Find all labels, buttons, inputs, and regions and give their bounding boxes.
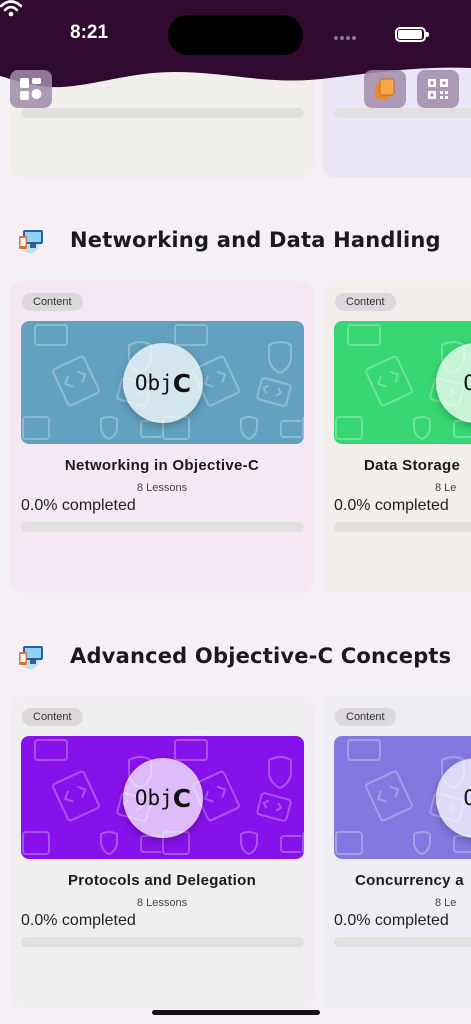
course-card[interactable]: Content Obj C Networking in Objective-C 8… xyxy=(10,281,314,593)
qr-scan-button[interactable] xyxy=(417,70,459,108)
course-title: Protocols and Delegation xyxy=(67,872,257,889)
section-header: Advanced Objective-C Concepts xyxy=(18,642,451,670)
course-banner: Obj C xyxy=(21,321,304,444)
completion-text: 0.0% completed xyxy=(21,497,136,514)
lesson-count: 8 Lessons xyxy=(136,897,188,909)
content-badge: Content xyxy=(335,708,396,726)
book-stack-icon xyxy=(375,78,395,99)
course-banner: Ol xyxy=(334,736,471,859)
course-card[interactable]: Content Ol Data Storage 8 Le 0.0% comple… xyxy=(323,281,471,593)
content-badge: Content xyxy=(22,708,83,726)
cellular-signal-icon xyxy=(334,36,356,40)
lesson-count: 8 Le xyxy=(435,897,457,909)
qr-code-icon xyxy=(428,79,448,99)
home-indicator[interactable] xyxy=(152,1010,320,1015)
course-title: Concurrency a xyxy=(355,872,464,889)
computer-devices-icon xyxy=(19,230,43,253)
course-title: Data Storage xyxy=(364,457,461,474)
course-card[interactable]: Content Ol Concurrency a 8 Le 0.0% compl… xyxy=(323,696,471,1008)
dynamic-island xyxy=(168,15,303,55)
dashboard-grid-icon xyxy=(20,78,42,100)
library-button[interactable] xyxy=(364,70,406,108)
section-title: Advanced Objective-C Concepts xyxy=(70,644,452,668)
progress-bar xyxy=(334,522,471,532)
objc-logo: Obj C xyxy=(123,343,203,423)
lesson-count: 8 Le xyxy=(435,482,457,494)
objc-logo: Obj C xyxy=(123,758,203,838)
course-title: Networking in Objective-C xyxy=(64,457,260,474)
section-header: Networking and Data Handling xyxy=(18,226,441,254)
course-banner: Ol xyxy=(334,321,471,444)
battery-icon xyxy=(395,27,429,42)
progress-bar xyxy=(21,522,304,532)
course-card[interactable]: Content Obj C Protocols and Delegation 8 … xyxy=(10,696,314,1008)
computer-devices-icon xyxy=(19,646,43,669)
completion-text: 0.0% completed xyxy=(21,912,136,929)
wifi-icon xyxy=(0,0,22,17)
content-badge: Content xyxy=(22,293,83,311)
completion-text: 0.0% completed xyxy=(334,912,449,929)
course-banner: Obj C xyxy=(21,736,304,859)
status-time: 8:21 xyxy=(70,22,109,43)
dashboard-button[interactable] xyxy=(10,70,52,108)
content-badge: Content xyxy=(335,293,396,311)
completion-text: 0.0% completed xyxy=(334,497,449,514)
progress-bar xyxy=(21,937,304,947)
section-title: Networking and Data Handling xyxy=(70,228,441,252)
progress-bar xyxy=(334,937,471,947)
lesson-count: 8 Lessons xyxy=(136,482,188,494)
